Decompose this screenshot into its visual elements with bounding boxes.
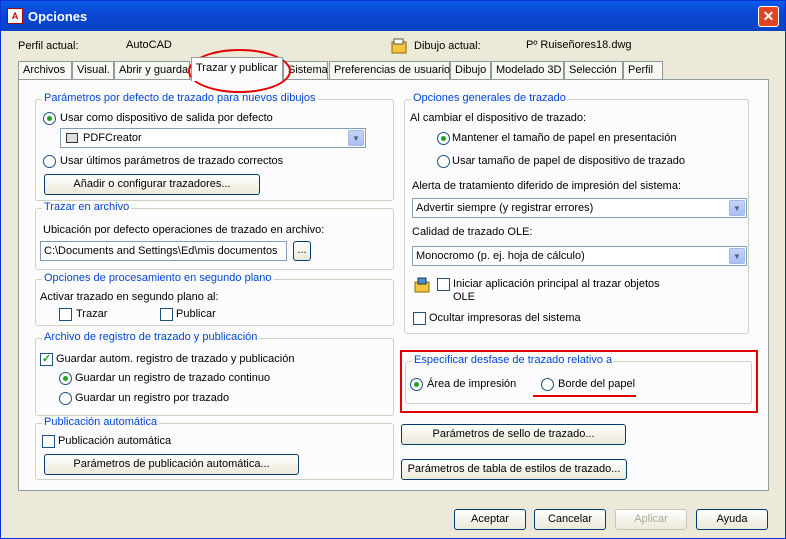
plot-file-location-label: Ubicación por defecto operaciones de tra… [43,224,325,236]
keep-paper-size-radio[interactable] [437,132,450,145]
title-bar[interactable]: A Opciones ✕ [1,1,785,31]
general-plot-options-group: Opciones generales de trazado Al cambiar… [404,92,749,334]
printer-icon [66,133,78,143]
change-device-label: Al cambiar el dispositivo de trazado: [410,112,587,124]
keep-paper-size-label: Mantener el tamaño de papel en presentac… [452,132,677,144]
use-device-paper-size-label: Usar tamaño de papel de dispositivo de t… [452,155,685,167]
options-dialog: A Opciones ✕ Perfil actual: AutoCAD Dibu… [0,0,786,539]
tab-trazar-publicar[interactable]: Trazar y publicar [191,57,283,81]
background-enable-label: Activar trazado en segundo plano al: [40,291,219,303]
tab-panel: Parámetros por defecto de trazado para n… [18,79,769,491]
cancel-button[interactable]: Cancelar [534,509,606,530]
per-plot-log-label: Guardar un registro por trazado [75,392,230,404]
auto-publish-legend: Publicación automática [42,416,160,428]
background-publish-checkbox[interactable] [160,308,173,321]
ole-quality-label: Calidad de trazado OLE: [412,226,533,238]
tab-preferencias-usuario[interactable]: Preferencias de usuario [329,61,450,80]
plot-to-file-group: Trazar en archivo Ubicación por defecto … [35,201,394,270]
annotation-rectangle [400,350,758,413]
spool-alert-value: Advertir siempre (y registrar errores) [416,202,594,214]
chevron-down-icon[interactable]: ▼ [348,130,364,146]
background-publish-label: Publicar [176,308,216,320]
tab-modelado-3d[interactable]: Modelado 3D [491,61,564,80]
use-default-device-label: Usar como dispositivo de salida por defe… [60,112,273,124]
general-options-legend: Opciones generales de trazado [411,92,568,104]
spool-alert-select[interactable]: Advertir siempre (y registrar errores) ▼ [412,198,747,218]
plot-log-group: Archivo de registro de trazado y publica… [35,331,394,416]
current-profile-value: AutoCAD [126,39,172,51]
tab-perfil[interactable]: Perfil [623,61,663,80]
background-plot-checkbox[interactable] [59,308,72,321]
auto-save-log-checkbox[interactable]: ✓ [40,353,53,366]
plot-defaults-group: Parámetros por defecto de trazado para n… [35,92,394,201]
use-last-settings-radio[interactable] [43,155,56,168]
plot-to-file-legend: Trazar en archivo [42,201,132,213]
use-last-settings-label: Usar últimos parámetros de trazado corre… [60,155,284,167]
plot-style-table-settings-button[interactable]: Parámetros de tabla de estilos de trazad… [401,459,627,480]
current-drawing-label: Dibujo actual: [414,40,481,52]
tab-dibujo[interactable]: Dibujo [450,61,491,80]
auto-publish-group: Publicación automática Publicación autom… [35,416,394,480]
background-processing-legend: Opciones de procesamiento en segundo pla… [42,272,274,284]
apply-button[interactable]: Aplicar [615,509,687,530]
plot-log-legend: Archivo de registro de trazado y publica… [42,331,260,343]
background-processing-group: Opciones de procesamiento en segundo pla… [35,272,394,326]
autocad-app-icon: A [7,8,23,24]
current-profile-label: Perfil actual: [18,40,79,52]
auto-publish-label: Publicación automática [58,435,172,447]
plot-stamp-settings-button[interactable]: Parámetros de sello de trazado... [401,424,626,445]
ole-launch-label-line1: Iniciar aplicación principal al trazar o… [453,278,660,290]
use-default-device-radio[interactable] [43,112,56,125]
hide-printers-checkbox[interactable] [413,312,426,325]
ole-app-icon [414,277,430,293]
tab-abrir-guardar[interactable]: Abrir y guardar [114,61,192,80]
ole-quality-value: Monocromo (p. ej. hoja de cálculo) [416,250,585,262]
ole-launch-label-line2: OLE [453,291,476,303]
current-drawing-value: Pº Ruiseñores18.dwg [526,39,632,51]
ole-launch-checkbox[interactable] [437,278,450,291]
plot-defaults-legend: Parámetros por defecto de trazado para n… [42,92,318,104]
auto-publish-checkbox[interactable] [42,435,55,448]
background-plot-label: Trazar [76,308,108,320]
drawing-file-icon [391,38,407,54]
browse-location-button[interactable]: ... [293,241,311,261]
continuous-log-radio[interactable] [59,372,72,385]
tab-visual[interactable]: Visual. [72,61,114,80]
annotation-underline [533,395,636,397]
hide-printers-label: Ocultar impresoras del sistema [429,312,581,324]
auto-publish-settings-button[interactable]: Parámetros de publicación automática... [44,454,299,475]
tab-seleccion[interactable]: Selección [564,61,623,80]
plot-file-location-input[interactable]: C:\Documents and Settings\Ed\mis documen… [40,241,287,261]
continuous-log-label: Guardar un registro de trazado continuo [75,372,271,384]
chevron-down-icon[interactable]: ▼ [729,248,745,264]
use-device-paper-size-radio[interactable] [437,155,450,168]
plot-file-location-value: C:\Documents and Settings\Ed\mis documen… [44,245,278,257]
plot-device-select[interactable]: PDFCreator ▼ [60,128,366,148]
ok-button[interactable]: Aceptar [454,509,526,530]
auto-save-log-label: Guardar autom. registro de trazado y pub… [56,353,295,365]
per-plot-log-radio[interactable] [59,392,72,405]
add-configure-plotters-button[interactable]: Añadir o configurar trazadores... [44,174,260,195]
plot-device-value: PDFCreator [83,132,142,144]
close-button[interactable]: ✕ [758,6,779,27]
chevron-down-icon[interactable]: ▼ [729,200,745,216]
help-button[interactable]: Ayuda [696,509,768,530]
spool-alert-label: Alerta de tratamiento diferido de impres… [412,180,682,192]
window-title: Opciones [28,9,88,24]
ole-quality-select[interactable]: Monocromo (p. ej. hoja de cálculo) ▼ [412,246,747,266]
tab-archivos[interactable]: Archivos [18,61,72,80]
